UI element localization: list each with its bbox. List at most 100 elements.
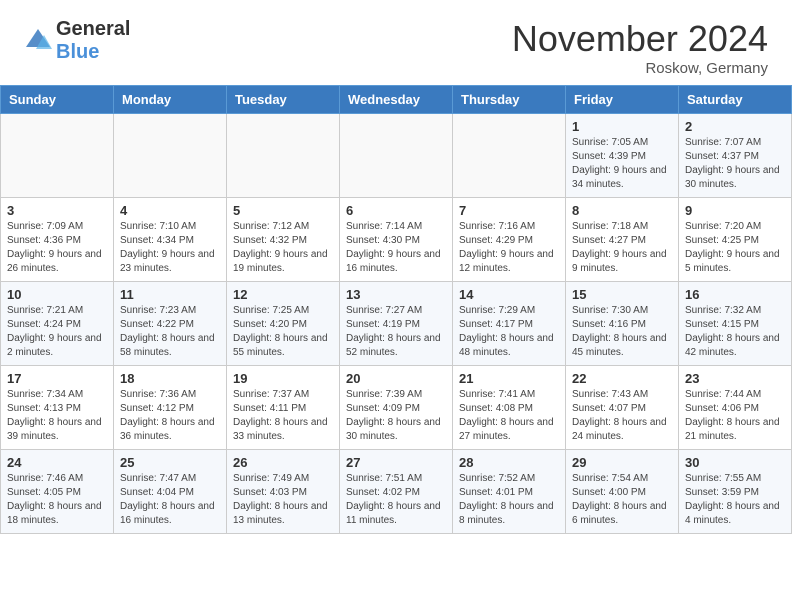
day-number: 6 [346,203,446,218]
day-number: 11 [120,287,220,302]
day-number: 2 [685,119,785,134]
day-number: 23 [685,371,785,386]
logo-icon [24,27,52,55]
week-row-1: 1Sunrise: 7:05 AM Sunset: 4:39 PM Daylig… [1,114,792,198]
day-info: Sunrise: 7:54 AM Sunset: 4:00 PM Dayligh… [572,472,672,528]
day-info: Sunrise: 7:52 AM Sunset: 4:01 PM Dayligh… [459,472,559,528]
day-info: Sunrise: 7:18 AM Sunset: 4:27 PM Dayligh… [572,220,672,276]
day-info: Sunrise: 7:36 AM Sunset: 4:12 PM Dayligh… [120,388,220,444]
calendar-cell: 26 Sunrise: 7:49 AM Sunset: 4:03 PM Dayli… [227,450,340,534]
calendar-cell: 23 Sunrise: 7:44 AM Sunset: 4:06 PM Dayli… [679,366,792,450]
weekday-tuesday: Tuesday [227,86,340,114]
day-info: Sunrise: 7:47 AM Sunset: 4:04 PM Dayligh… [120,472,220,528]
calendar-cell: 24 Sunrise: 7:46 AM Sunset: 4:05 PM Dayli… [1,450,114,534]
calendar-cell: 8 Sunrise: 7:18 AM Sunset: 4:27 PM Daylig… [566,198,679,282]
day-number: 29 [572,455,672,470]
week-row-4: 17 Sunrise: 7:34 AM Sunset: 4:13 PM Dayli… [1,366,792,450]
calendar-cell: 12 Sunrise: 7:25 AM Sunset: 4:20 PM Dayli… [227,282,340,366]
calendar-cell [114,114,227,198]
day-number: 28 [459,455,559,470]
location: Roskow, Germany [512,60,768,77]
weekday-header-row: SundayMondayTuesdayWednesdayThursdayFrid… [1,86,792,114]
day-number: 17 [7,371,107,386]
week-row-3: 10 Sunrise: 7:21 AM Sunset: 4:24 PM Dayli… [1,282,792,366]
calendar-cell: 30 Sunrise: 7:55 AM Sunset: 3:59 PM Dayli… [679,450,792,534]
weekday-monday: Monday [114,86,227,114]
calendar-cell: 17 Sunrise: 7:34 AM Sunset: 4:13 PM Dayli… [1,366,114,450]
day-info: Sunrise: 7:27 AM Sunset: 4:19 PM Dayligh… [346,304,446,360]
calendar-cell: 16 Sunrise: 7:32 AM Sunset: 4:15 PM Dayli… [679,282,792,366]
calendar-cell: 7 Sunrise: 7:16 AM Sunset: 4:29 PM Daylig… [453,198,566,282]
calendar-cell: 6 Sunrise: 7:14 AM Sunset: 4:30 PM Daylig… [340,198,453,282]
day-info: Sunrise: 7:20 AM Sunset: 4:25 PM Dayligh… [685,220,785,276]
day-number: 10 [7,287,107,302]
logo-blue: Blue [56,41,99,63]
day-info: Sunrise: 7:46 AM Sunset: 4:05 PM Dayligh… [7,472,107,528]
logo: General Blue [24,18,130,64]
calendar-cell: 19 Sunrise: 7:37 AM Sunset: 4:11 PM Dayli… [227,366,340,450]
day-number: 22 [572,371,672,386]
calendar-cell: 13Sunrise: 7:27 AM Sunset: 4:19 PM Dayli… [340,282,453,366]
day-info: Sunrise: 7:10 AM Sunset: 4:34 PM Dayligh… [120,220,220,276]
calendar-cell: 21Sunrise: 7:41 AM Sunset: 4:08 PM Dayli… [453,366,566,450]
calendar: SundayMondayTuesdayWednesdayThursdayFrid… [0,85,792,534]
calendar-cell: 20Sunrise: 7:39 AM Sunset: 4:09 PM Dayli… [340,366,453,450]
day-number: 30 [685,455,785,470]
weekday-sunday: Sunday [1,86,114,114]
day-info: Sunrise: 7:12 AM Sunset: 4:32 PM Dayligh… [233,220,333,276]
day-info: Sunrise: 7:41 AM Sunset: 4:08 PM Dayligh… [459,388,559,444]
day-number: 12 [233,287,333,302]
day-info: Sunrise: 7:39 AM Sunset: 4:09 PM Dayligh… [346,388,446,444]
logo-general: General [56,18,130,40]
day-info: Sunrise: 7:44 AM Sunset: 4:06 PM Dayligh… [685,388,785,444]
day-info: Sunrise: 7:23 AM Sunset: 4:22 PM Dayligh… [120,304,220,360]
calendar-cell: 29 Sunrise: 7:54 AM Sunset: 4:00 PM Dayli… [566,450,679,534]
calendar-cell: 14 Sunrise: 7:29 AM Sunset: 4:17 PM Dayli… [453,282,566,366]
day-info: Sunrise: 7:07 AM Sunset: 4:37 PM Dayligh… [685,136,785,192]
day-info: Sunrise: 7:34 AM Sunset: 4:13 PM Dayligh… [7,388,107,444]
day-info: Sunrise: 7:09 AM Sunset: 4:36 PM Dayligh… [7,220,107,276]
calendar-cell: 28 Sunrise: 7:52 AM Sunset: 4:01 PM Dayli… [453,450,566,534]
day-number: 26 [233,455,333,470]
day-info: Sunrise: 7:25 AM Sunset: 4:20 PM Dayligh… [233,304,333,360]
calendar-cell [340,114,453,198]
day-number: 16 [685,287,785,302]
day-number: 9 [685,203,785,218]
day-number: 19 [233,371,333,386]
day-info: Sunrise: 7:21 AM Sunset: 4:24 PM Dayligh… [7,304,107,360]
weekday-thursday: Thursday [453,86,566,114]
day-number: 3 [7,203,107,218]
calendar-cell [453,114,566,198]
day-info: Sunrise: 7:49 AM Sunset: 4:03 PM Dayligh… [233,472,333,528]
calendar-cell: 5 Sunrise: 7:12 AM Sunset: 4:32 PM Daylig… [227,198,340,282]
day-info: Sunrise: 7:29 AM Sunset: 4:17 PM Dayligh… [459,304,559,360]
day-number: 25 [120,455,220,470]
day-number: 7 [459,203,559,218]
day-number: 8 [572,203,672,218]
month-title: November 2024 [512,18,768,60]
day-number: 14 [459,287,559,302]
weekday-friday: Friday [566,86,679,114]
day-number: 18 [120,371,220,386]
calendar-cell [227,114,340,198]
week-row-2: 3 Sunrise: 7:09 AM Sunset: 4:36 PM Daylig… [1,198,792,282]
calendar-cell: 11 Sunrise: 7:23 AM Sunset: 4:22 PM Dayli… [114,282,227,366]
day-number: 5 [233,203,333,218]
day-number: 4 [120,203,220,218]
calendar-cell [1,114,114,198]
day-info: Sunrise: 7:37 AM Sunset: 4:11 PM Dayligh… [233,388,333,444]
day-info: Sunrise: 7:55 AM Sunset: 3:59 PM Dayligh… [685,472,785,528]
day-info: Sunrise: 7:14 AM Sunset: 4:30 PM Dayligh… [346,220,446,276]
calendar-cell: 18 Sunrise: 7:36 AM Sunset: 4:12 PM Dayli… [114,366,227,450]
calendar-cell: 9 Sunrise: 7:20 AM Sunset: 4:25 PM Daylig… [679,198,792,282]
page-header: General Blue November 2024 Roskow, Germa… [0,0,792,85]
calendar-cell: 22Sunrise: 7:43 AM Sunset: 4:07 PM Dayli… [566,366,679,450]
day-number: 24 [7,455,107,470]
day-info: Sunrise: 7:16 AM Sunset: 4:29 PM Dayligh… [459,220,559,276]
day-number: 1 [572,119,672,134]
calendar-cell: 4 Sunrise: 7:10 AM Sunset: 4:34 PM Daylig… [114,198,227,282]
calendar-cell: 1Sunrise: 7:05 AM Sunset: 4:39 PM Daylig… [566,114,679,198]
day-info: Sunrise: 7:51 AM Sunset: 4:02 PM Dayligh… [346,472,446,528]
weekday-saturday: Saturday [679,86,792,114]
day-info: Sunrise: 7:32 AM Sunset: 4:15 PM Dayligh… [685,304,785,360]
